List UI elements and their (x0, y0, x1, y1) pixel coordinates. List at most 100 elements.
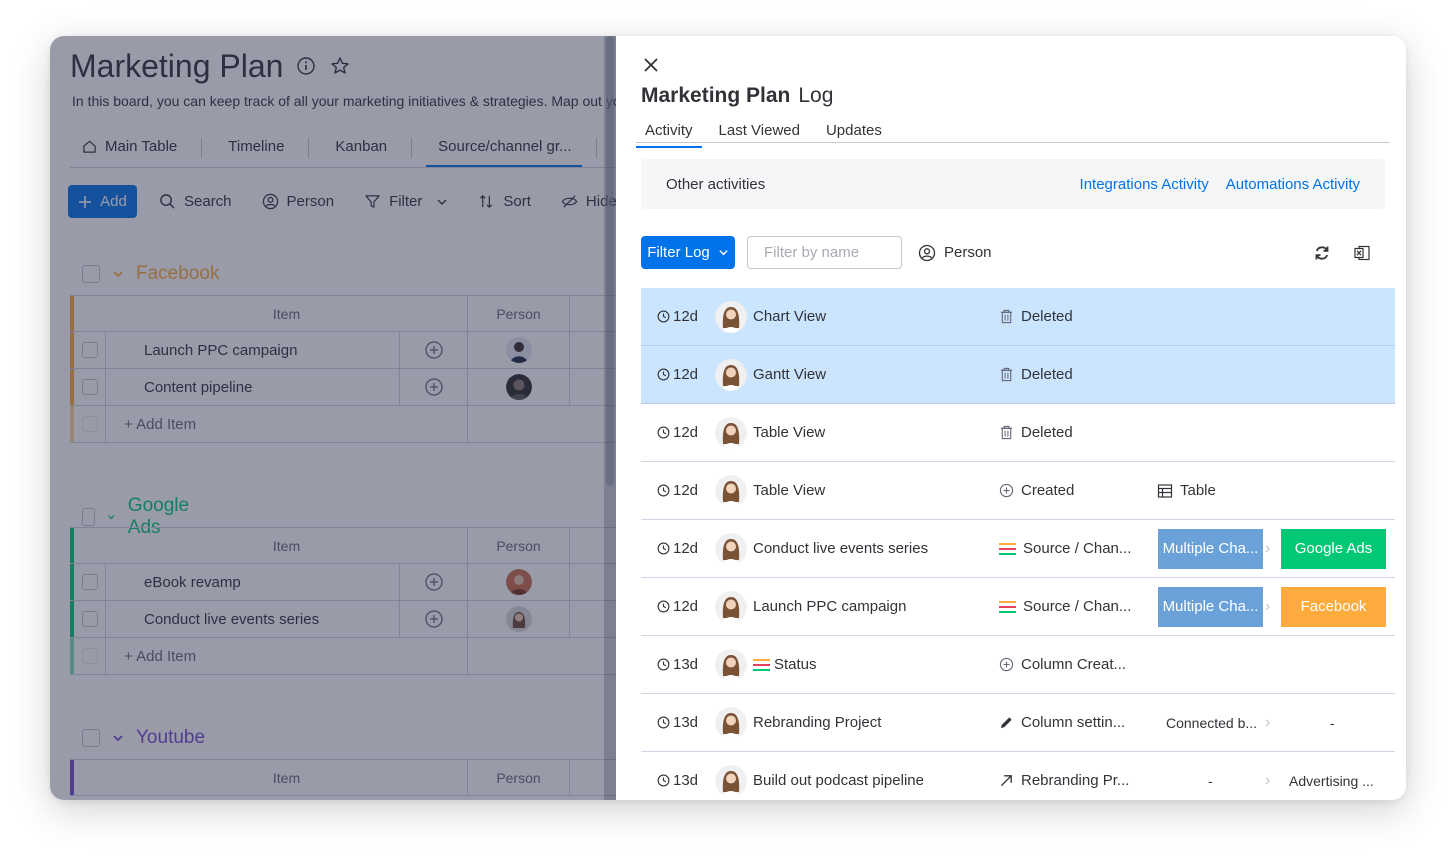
new-value-chip: Google Ads (1281, 528, 1386, 569)
log-item-name[interactable]: Launch PPC campaign (753, 598, 906, 615)
log-time-value: 13d (673, 772, 699, 789)
board-scrollbar[interactable] (604, 36, 616, 800)
new-value-text: Advertising ... (1289, 772, 1374, 789)
log-action-label: Created (1021, 482, 1075, 499)
previous-value-chip: Multiple Cha... (1158, 528, 1263, 569)
chevron-right-icon: › (1265, 539, 1271, 557)
filter-log-button[interactable]: Filter Log (641, 236, 735, 269)
log-row[interactable]: 12d Table View Created Table (641, 462, 1395, 520)
log-row[interactable]: 12d Chart View Deleted (641, 288, 1395, 346)
log-time-value: 12d (673, 424, 699, 441)
log-action-label: Source / Chan... (1023, 598, 1132, 615)
automations-activity-link[interactable]: Automations Activity (1226, 176, 1360, 193)
log-time: 12d (657, 598, 698, 615)
avatar[interactable] (715, 706, 747, 739)
log-row[interactable]: 12d Gantt View Deleted (641, 346, 1395, 404)
log-row[interactable]: 13d Status Column Creat... (641, 636, 1395, 694)
log-action-label: Rebranding Pr... (1021, 772, 1130, 789)
log-time: 12d (657, 540, 698, 557)
export-excel-icon[interactable] (1353, 244, 1371, 262)
avatar[interactable] (715, 474, 747, 507)
integrations-activity-link[interactable]: Integrations Activity (1080, 176, 1209, 193)
log-action: Source / Chan... (999, 598, 1131, 615)
avatar[interactable] (715, 532, 747, 565)
panel-title: Marketing Plan Log (641, 84, 833, 108)
log-action: Deleted (999, 424, 1073, 441)
table-icon (1157, 483, 1173, 498)
log-time-value: 12d (673, 308, 699, 325)
filter-by-name-input[interactable] (747, 236, 902, 269)
trash-icon (1000, 367, 1013, 382)
tab-updates[interactable]: Updates (817, 120, 891, 148)
log-row[interactable]: 13d Rebranding Project Column settin... … (641, 694, 1395, 752)
app-window: Marketing Plan In this board, you can ke… (50, 36, 1406, 800)
chevron-right-icon: › (1265, 713, 1271, 731)
log-action: Rebranding Pr... (999, 772, 1129, 789)
trash-icon (1000, 425, 1013, 440)
avatar[interactable] (715, 358, 747, 391)
person-icon (918, 244, 936, 261)
log-action: Source / Chan... (999, 540, 1131, 557)
log-item-name[interactable]: Status (753, 656, 817, 673)
person-filter-label: Person (944, 244, 992, 261)
log-row[interactable]: 12d Table View Deleted (641, 404, 1395, 462)
close-icon[interactable] (642, 56, 660, 74)
log-item-name[interactable]: Conduct live events series (753, 540, 928, 557)
log-item-name[interactable]: Rebranding Project (753, 714, 881, 731)
clock-icon (657, 542, 670, 555)
clock-icon (657, 600, 670, 613)
tab-activity[interactable]: Activity (636, 120, 702, 148)
previous-value-text: Connected b... (1166, 714, 1258, 731)
panel-title-suffix: Log (798, 84, 834, 107)
person-filter-button[interactable]: Person (918, 244, 992, 262)
new-value-chip: Facebook (1281, 586, 1386, 627)
avatar[interactable] (715, 300, 747, 333)
log-item-name[interactable]: Table View (753, 482, 825, 499)
pencil-icon (1000, 717, 1012, 729)
log-time: 12d (657, 424, 698, 441)
log-time-value: 12d (673, 366, 699, 383)
modal-backdrop[interactable] (50, 36, 616, 800)
chevron-right-icon: › (1265, 597, 1271, 615)
log-action: Deleted (999, 366, 1073, 383)
log-action-label: Column settin... (1021, 714, 1126, 731)
log-time: 12d (657, 366, 698, 383)
avatar[interactable] (715, 648, 747, 681)
log-item-name[interactable]: Build out podcast pipeline (753, 772, 924, 789)
log-item-name[interactable]: Table View (753, 424, 825, 441)
log-row[interactable]: 12d Conduct live events series Source / … (641, 520, 1395, 578)
clock-icon (657, 368, 670, 381)
previous-value-text: - (1208, 772, 1213, 789)
tab-last-viewed[interactable]: Last Viewed (710, 120, 809, 148)
status-lines-icon (999, 600, 1016, 613)
avatar[interactable] (715, 590, 747, 623)
filter-log-label: Filter Log (647, 244, 710, 261)
log-action-label: Deleted (1021, 366, 1073, 383)
clock-icon (657, 426, 670, 439)
log-action-label: Column Creat... (1021, 656, 1127, 673)
status-lines-icon (753, 658, 770, 671)
log-time: 13d (657, 772, 698, 789)
trash-icon (1000, 309, 1013, 324)
log-time-value: 12d (673, 482, 699, 499)
avatar[interactable] (715, 764, 747, 797)
log-action: Created (999, 482, 1074, 499)
clock-icon (657, 716, 670, 729)
chevron-down-icon (719, 250, 728, 256)
log-action: Column settin... (999, 714, 1125, 731)
plus-circle-icon (999, 657, 1014, 672)
activity-log-list: 12d Chart View Deleted 12d Gantt View De… (641, 288, 1395, 800)
log-row[interactable]: 12d Launch PPC campaign Source / Chan...… (641, 578, 1395, 636)
log-item-name[interactable]: Chart View (753, 308, 826, 325)
log-item-label: Status (774, 656, 817, 673)
refresh-icon[interactable] (1313, 244, 1331, 262)
log-time: 12d (657, 308, 698, 325)
log-item-name[interactable]: Gantt View (753, 366, 826, 383)
log-time: 13d (657, 714, 698, 731)
avatar[interactable] (715, 416, 747, 449)
log-action-label: Deleted (1021, 308, 1073, 325)
log-time-value: 13d (673, 656, 699, 673)
log-time-value: 12d (673, 540, 699, 557)
log-time: 12d (657, 482, 698, 499)
log-row[interactable]: 13d Build out podcast pipeline Rebrandin… (641, 752, 1395, 800)
